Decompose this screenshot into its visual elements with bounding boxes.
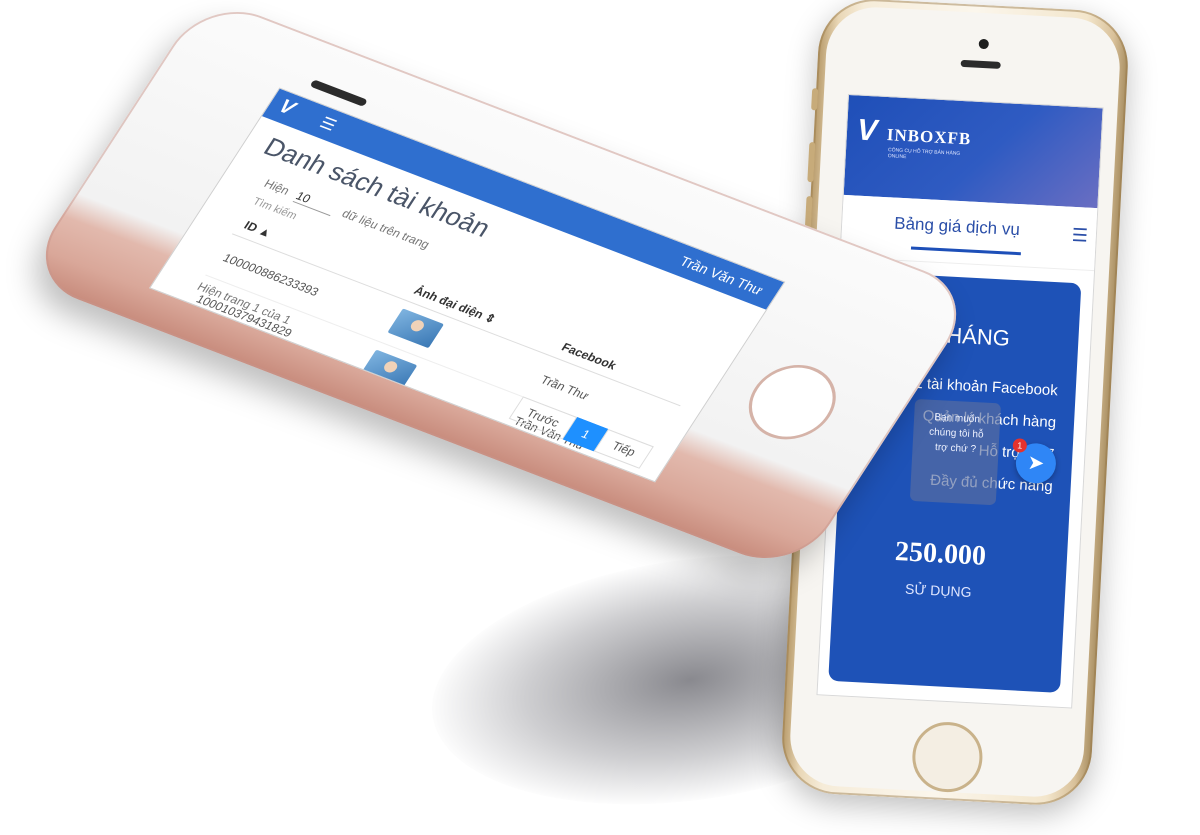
logo-word: INBOXFB [886,125,972,149]
chat-prompt-line: trợ chứ ? [934,442,977,456]
earpiece [960,59,1001,69]
table-row[interactable]: 100000886233393 Trần Thư [205,233,681,447]
page-size-select[interactable]: 10 [292,188,339,217]
avatar [387,308,445,349]
use-plan-button[interactable]: SỬ DỤNG [905,581,972,600]
home-button[interactable] [910,720,985,794]
site-header: V INBOXFB CÔNG CỤ HỖ TRỢ BÁN HÀNG ONLINE [843,95,1103,209]
logo-tagline: CÔNG CỤ HỖ TRỢ BÁN HÀNG ONLINE [887,147,961,161]
home-button[interactable] [732,353,852,451]
app-logo[interactable]: V [274,96,300,121]
notification-badge: 1 [1012,438,1028,453]
hamburger-icon[interactable]: ☰ [1071,225,1088,247]
plan-price: 250.000 [894,536,987,572]
front-camera [978,38,990,50]
hamburger-icon[interactable]: ☰ [316,113,341,135]
chat-prompt[interactable]: Bạn muốn chúng tôi hỗ trợ chứ ? [909,398,1001,506]
mute-switch [811,88,819,111]
volume-up-button [807,142,816,183]
title-underline [910,246,1021,256]
site-logo[interactable]: V INBOXFB CÔNG CỤ HỖ TRỢ BÁN HÀNG ONLINE [855,110,978,176]
logo-mark: V [856,113,878,148]
section-title: Bảng giá dịch vụ [893,213,1021,240]
avatar [360,349,418,390]
user-name[interactable]: Trần Văn Thư [677,253,767,298]
phone-screen: V ☰ Trần Văn Thư Danh sách tài khoản Hiệ… [149,87,786,483]
page-size-prefix: Hiện [261,176,293,198]
